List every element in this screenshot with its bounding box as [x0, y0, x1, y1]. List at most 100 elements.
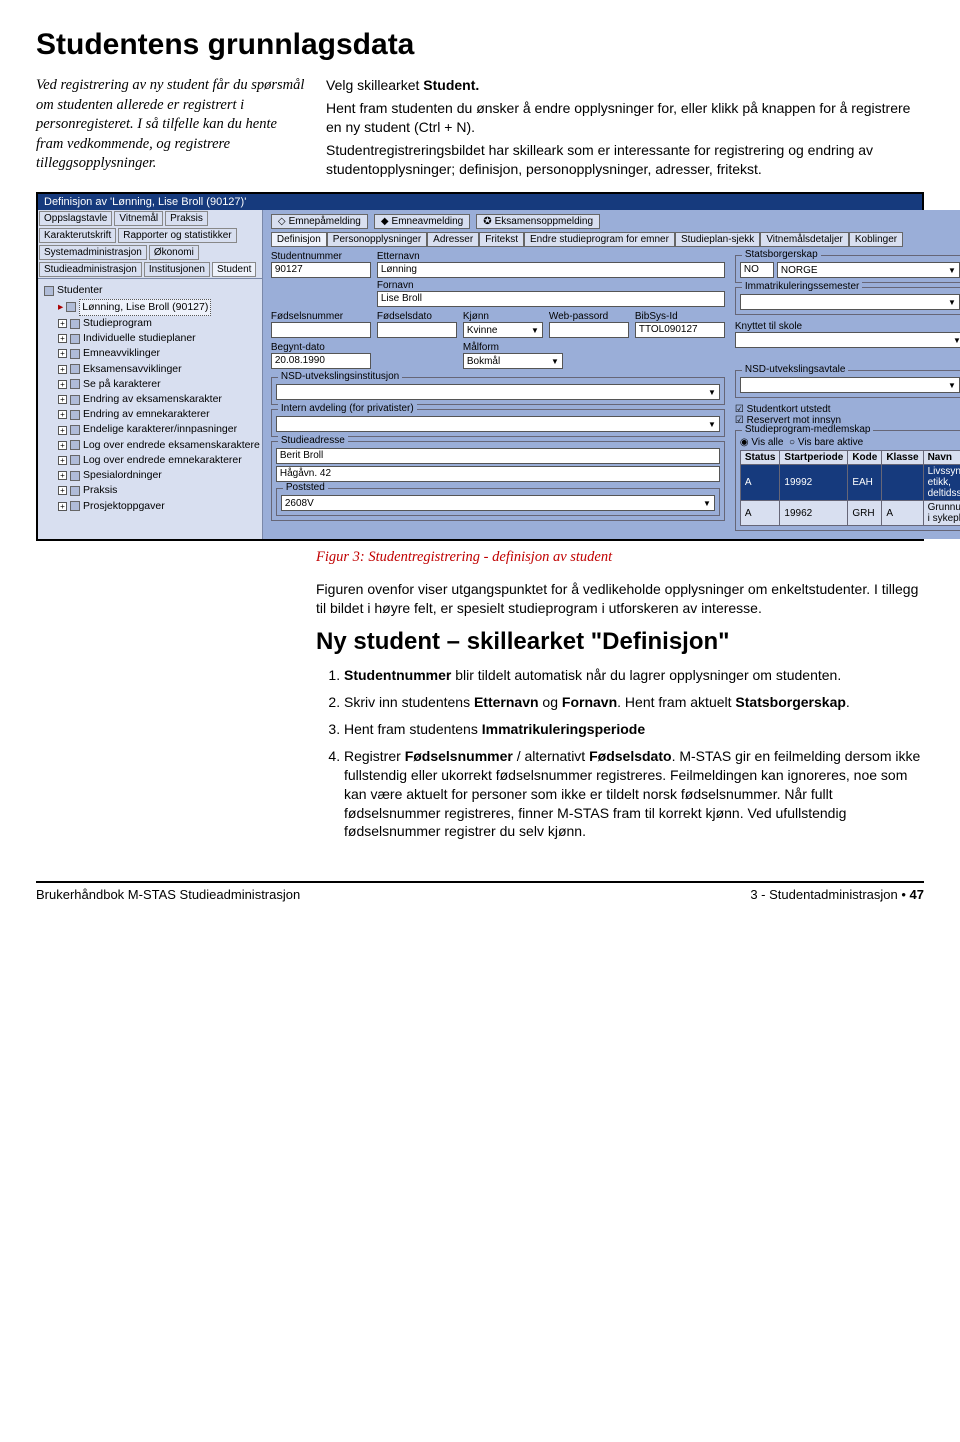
btn-emneavmelding[interactable]: ◆Emneavmelding [374, 214, 470, 229]
margin-note: Ved registrering av ny student får du sp… [36, 76, 306, 182]
tab-institusjonen[interactable]: Institusjonen [144, 262, 210, 277]
tree-item[interactable]: +Studieprogram [44, 316, 260, 331]
expand-icon[interactable]: + [58, 319, 67, 328]
fld-knyttet[interactable] [735, 332, 960, 348]
expand-icon[interactable]: + [58, 502, 67, 511]
fld-nsd-inst[interactable] [276, 384, 720, 400]
tree-item-label: Praksis [83, 483, 117, 498]
subtab-fritekst[interactable]: Fritekst [479, 232, 524, 247]
subtab-adresser[interactable]: Adresser [427, 232, 479, 247]
val-malform: Bokmål [467, 356, 500, 367]
expand-icon[interactable]: + [58, 471, 67, 480]
grp-immatrik: Immatrikuleringssemester [742, 281, 862, 292]
tree-item-label: Emneavviklinger [83, 346, 160, 361]
th-status: Status [740, 451, 780, 465]
li2-b: Etternavn [474, 694, 539, 710]
cell: A [740, 501, 780, 526]
fld-intern[interactable] [276, 416, 720, 432]
fld-adr1[interactable]: Berit Broll [276, 448, 720, 464]
tree-item[interactable]: +Endelige karakterer/innpasninger [44, 422, 260, 437]
subtab-vitnemalsdetaljer[interactable]: Vitnemålsdetaljer [760, 232, 849, 247]
expand-icon[interactable]: + [58, 349, 67, 358]
fld-fodselsnummer[interactable] [271, 322, 371, 338]
tree-item[interactable]: +Spesialordninger [44, 468, 260, 483]
table-row[interactable]: A 19992 EAH Livssyn og etikk, deltidsstu… [740, 465, 960, 501]
tree-item[interactable]: + Emneavviklinger [44, 346, 260, 361]
cell: EAH [848, 465, 882, 501]
fld-immatrik[interactable] [740, 294, 960, 310]
subtab-koblinger[interactable]: Koblinger [849, 232, 903, 247]
tree-item[interactable]: +Eksamensavviklinger [44, 362, 260, 377]
membership-table[interactable]: Status Startperiode Kode Klasse Navn A 1… [740, 450, 960, 526]
subtab-personopplysninger[interactable]: Personopplysninger [327, 232, 427, 247]
footer-left: Brukerhåndbok M-STAS Studieadministrasjo… [36, 887, 300, 902]
expand-icon[interactable]: + [58, 456, 67, 465]
tree-item-label: Endring av eksamenskarakter [83, 392, 222, 407]
cell: Livssyn og etikk, deltidsstudium [923, 465, 960, 501]
fld-fornavn[interactable]: Lise Broll [377, 291, 725, 307]
tree-item[interactable]: +Log over endrede eksamenskaraktere [44, 438, 260, 453]
btn-eksamensoppmelding[interactable]: ✪Eksamensoppmelding [476, 214, 600, 229]
folder-icon [70, 486, 80, 496]
expand-icon[interactable]: + [58, 365, 67, 374]
fld-begynt[interactable]: 20.08.1990 [271, 353, 371, 369]
expand-icon[interactable]: + [58, 426, 67, 435]
intro-p1-bold: Student. [423, 77, 479, 93]
fld-nsd-avtale[interactable] [740, 377, 960, 393]
subtab-endre-studieprogram[interactable]: Endre studieprogram for emner [524, 232, 675, 247]
fld-etternavn[interactable]: Lønning [377, 262, 725, 278]
subtab-studieplan-sjekk[interactable]: Studieplan-sjekk [675, 232, 760, 247]
btn-emnepamelding[interactable]: ◇Emnepåmelding [271, 214, 368, 229]
fld-kjonn[interactable]: Kvinne [463, 322, 543, 338]
lbl-etternavn: Etternavn [377, 251, 725, 262]
footer-right-a: 3 - Studentadministrasjon [750, 887, 901, 902]
intro-p1-a: Velg skillearket [326, 77, 423, 93]
fld-adr2[interactable]: Hågåvn. 42 [276, 466, 720, 482]
fld-fodselsdato[interactable] [377, 322, 457, 338]
student-tree[interactable]: Studenter ▸Lønning, Lise Broll (90127) +… [38, 279, 262, 517]
tab-studieadmin[interactable]: Studieadministrasjon [39, 262, 142, 277]
expand-icon[interactable]: + [58, 410, 67, 419]
folder-icon [70, 334, 80, 344]
tree-item[interactable]: +Endring av emnekarakterer [44, 407, 260, 422]
tree-item[interactable]: + Praksis [44, 483, 260, 498]
fld-poststed[interactable]: 2608V [281, 495, 715, 511]
lbl-bibsys: BibSys-Id [635, 311, 725, 322]
fld-bibsys[interactable]: TTOL090127 [635, 322, 725, 338]
expand-icon[interactable]: + [58, 334, 67, 343]
tree-item[interactable]: +Individuelle studieplaner [44, 331, 260, 346]
tree-item[interactable]: +Se på karakterer [44, 377, 260, 392]
table-row[interactable]: A 19962 GRH A Grunnutdanning i sykepleie… [740, 501, 960, 526]
li2-g: . [846, 694, 850, 710]
chk-studentkort[interactable]: ☑ Studentkort utstedt [735, 404, 960, 415]
li2-a: Skriv inn studentens [344, 694, 474, 710]
tab-oppslagstavle[interactable]: Oppslagstavle [39, 211, 112, 226]
fld-malform[interactable]: Bokmål [463, 353, 563, 369]
subtab-definisjon[interactable]: Definisjon [271, 232, 327, 247]
tab-karakterutskrift[interactable]: Karakterutskrift [39, 228, 116, 243]
tab-sysadmin[interactable]: Systemadministrasjon [39, 245, 147, 260]
fld-studentnummer[interactable]: 90127 [271, 262, 371, 278]
expand-icon[interactable]: + [58, 441, 67, 450]
tree-item[interactable]: +Log over endrede emnekarakterer [44, 453, 260, 468]
tree-root[interactable]: Studenter [44, 283, 260, 298]
grp-studieadresse: Studieadresse [278, 435, 348, 446]
tab-student[interactable]: Student [212, 262, 256, 277]
tree-item[interactable]: + Endring av eksamenskarakter [44, 392, 260, 407]
tree-item[interactable]: +Prosjektoppgaver [44, 499, 260, 514]
fld-webpassord[interactable] [549, 322, 629, 338]
fld-stats-code[interactable]: NO [740, 262, 774, 278]
expand-icon[interactable]: + [58, 395, 67, 404]
fld-stats-name[interactable]: NORGE [777, 262, 960, 278]
arrow-icon: ▸ [58, 300, 63, 315]
tab-rapporter[interactable]: Rapporter og statistikker [118, 228, 236, 243]
tab-okonomi[interactable]: Økonomi [149, 245, 199, 260]
tree-selected-student[interactable]: ▸Lønning, Lise Broll (90127) [44, 299, 260, 316]
expand-icon[interactable]: + [58, 380, 67, 389]
radio-visaktive[interactable]: ○ Vis bare aktive [789, 437, 863, 448]
lbl-kjonn: Kjønn [463, 311, 543, 322]
tab-vitnemal[interactable]: Vitnemål [114, 211, 163, 226]
radio-visalle[interactable]: ◉ Vis alle [740, 437, 784, 448]
tab-praksis[interactable]: Praksis [165, 211, 208, 226]
expand-icon[interactable]: + [58, 486, 67, 495]
